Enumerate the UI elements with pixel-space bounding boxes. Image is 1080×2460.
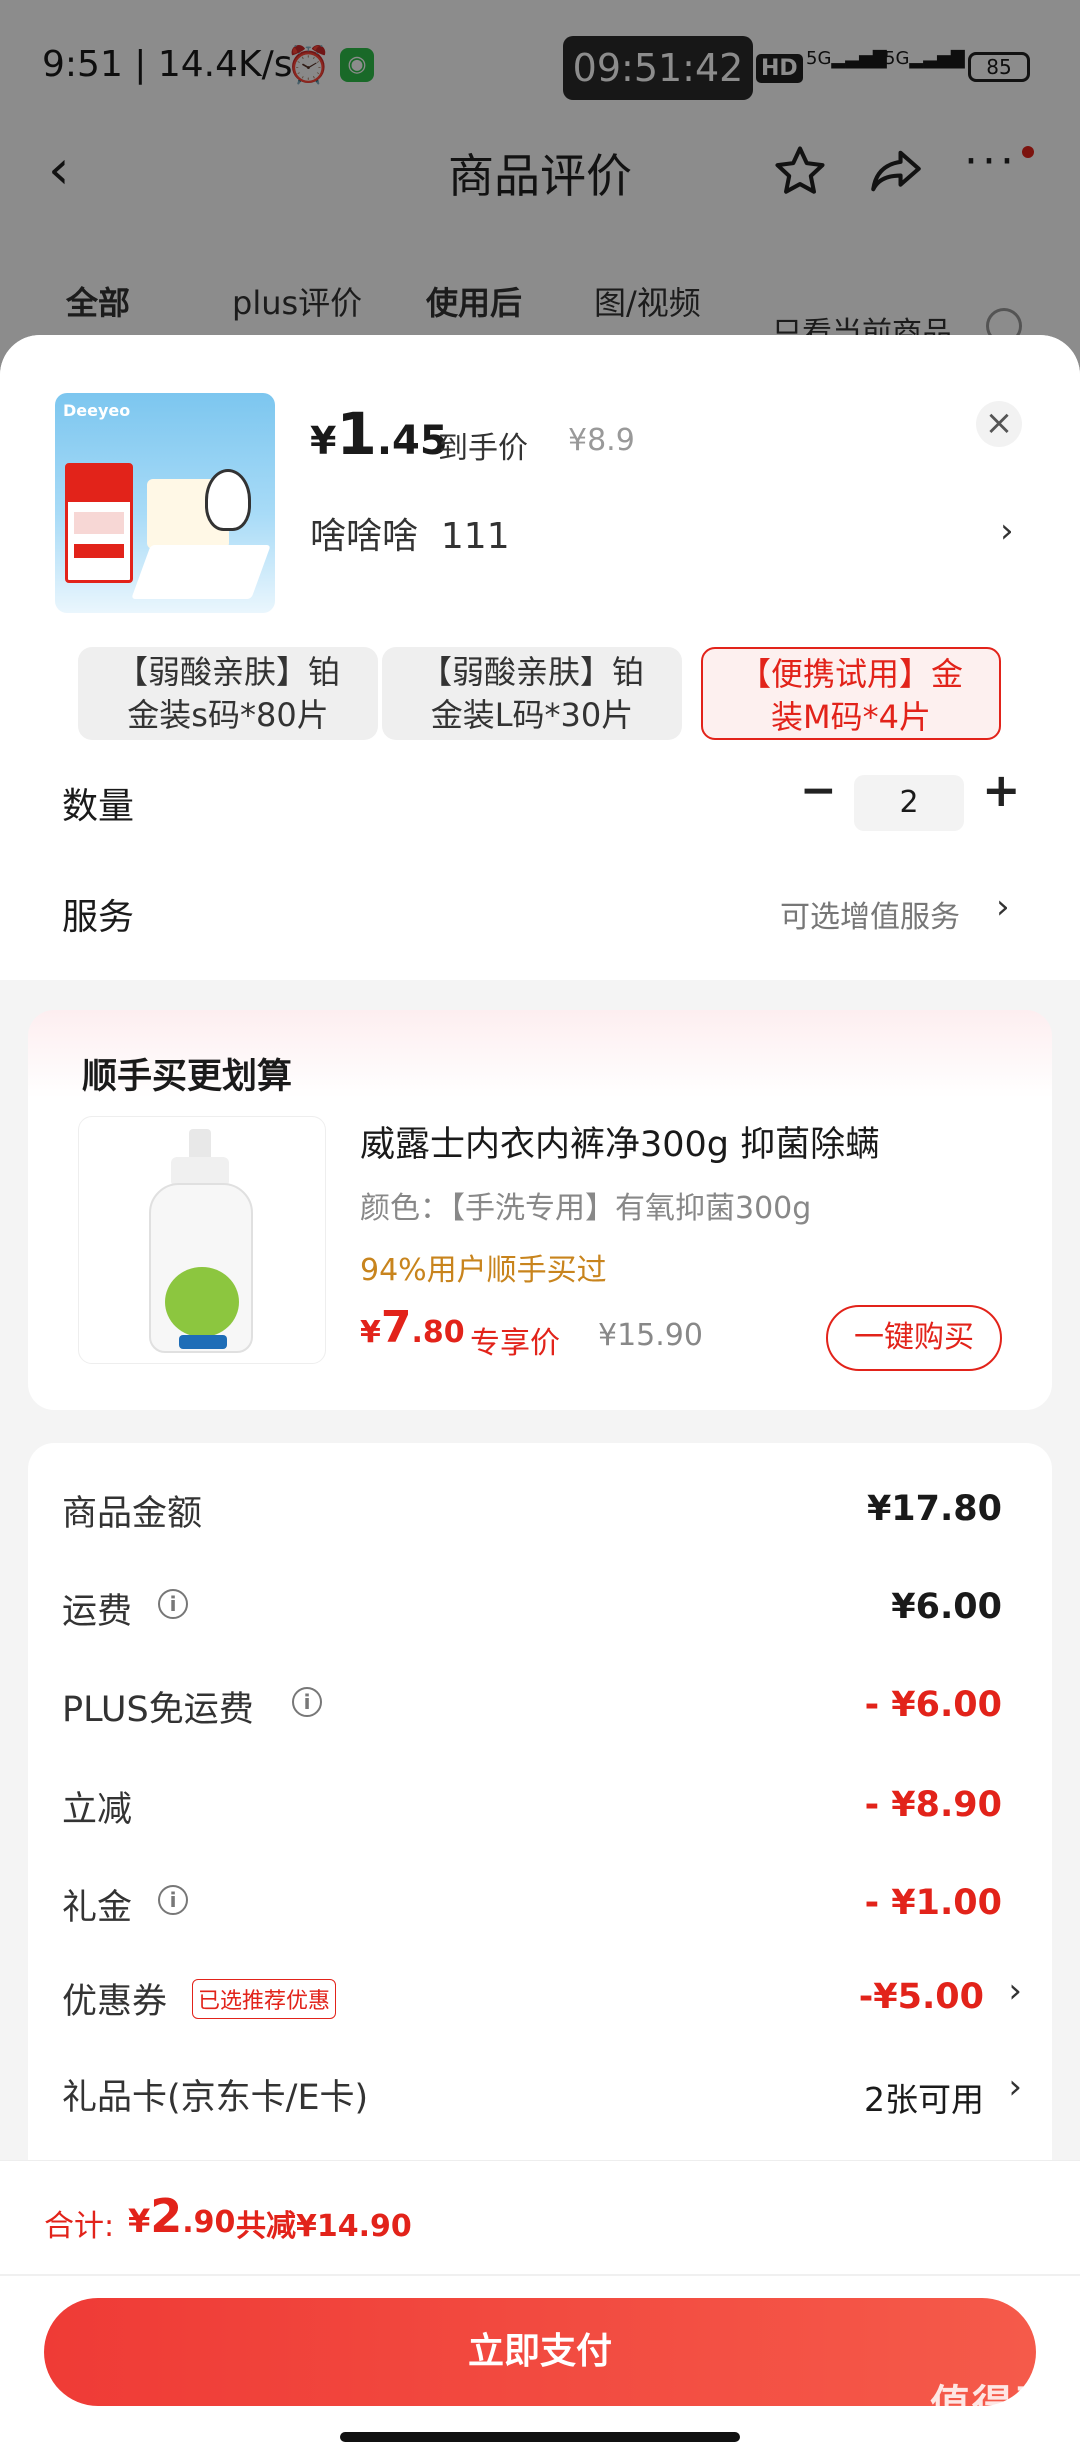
brand-logo: Deeyeo [63, 401, 131, 420]
summary-label: 礼金 [62, 1888, 133, 1928]
giftcard-value[interactable]: 2张可用 [864, 2073, 984, 2121]
upsell-price: ¥7.80 [360, 1302, 465, 1353]
service-value[interactable]: 可选增值服务 [780, 892, 960, 936]
spec-chip[interactable]: 【弱酸亲肤】铂 金装s码*80片 [78, 647, 378, 740]
summary-value: ¥6.00 [891, 1587, 1002, 1627]
coupon-label: 优惠券 [62, 1982, 168, 2022]
chevron-right-icon[interactable]: › [996, 887, 1010, 927]
total-reduced: 共减¥14.90 [236, 2209, 412, 2244]
info-icon[interactable]: i [292, 1687, 322, 1717]
summary-label: 立减 [62, 1790, 133, 1830]
info-icon[interactable]: i [158, 1885, 188, 1915]
service-label: 服务 [62, 897, 135, 938]
spec-chip-selected[interactable]: 【便携试用】金 装M码*4片 [701, 647, 1001, 740]
watermark-url: zhizhizhi.com [932, 2424, 1054, 2445]
penguin-mascot [205, 469, 251, 531]
checkout-footer: 合计: ¥2.90 共减¥14.90 立即支付 [0, 2160, 1080, 2460]
total-price: ¥2.90 [128, 2189, 236, 2243]
watermark-logo: 值得买 [930, 2382, 1056, 2428]
spec-chip[interactable]: 【弱酸亲肤】铂 金装L码*30片 [382, 647, 682, 740]
pay-now-button[interactable]: 立即支付 [44, 2298, 1036, 2406]
upsell-spec: 颜色：【手洗专用】有氧抑菌300g [360, 1191, 812, 1226]
summary-value: - ¥1.00 [864, 1883, 1002, 1923]
coupon-value[interactable]: -¥5.00 [859, 1977, 984, 2017]
giftcard-label: 礼品卡(京东卡/E卡) [62, 2078, 369, 2118]
one-click-buy-button[interactable]: 一键购买 [826, 1305, 1002, 1371]
quantity-minus-button[interactable]: − [800, 765, 837, 816]
original-price: ¥8.9 [568, 423, 635, 458]
summary-label: 商品金额 [62, 1494, 203, 1534]
close-icon[interactable]: × [976, 401, 1022, 447]
chevron-right-icon[interactable]: › [1008, 2067, 1022, 2107]
quantity-label: 数量 [62, 786, 135, 827]
price-suffix: 到手价 [438, 431, 528, 466]
info-icon[interactable]: i [158, 1589, 188, 1619]
upsell-card: 顺手买更划算 威露士内衣内裤净300g 抑菌除螨 颜色：【手洗专用】有氧抑菌30… [28, 1010, 1052, 1410]
promo-card [65, 463, 133, 583]
summary-value: ¥17.80 [866, 1489, 1002, 1529]
upsell-original-price: ¥15.90 [598, 1318, 703, 1353]
product-image: Deeyeo [55, 393, 275, 613]
chevron-right-icon[interactable]: › [1000, 511, 1014, 551]
home-indicator[interactable] [340, 2432, 740, 2442]
quantity-plus-button[interactable]: + [982, 763, 1021, 817]
purchase-sheet: Deeyeo ¥1.45 到手价 ¥8.9 × 啥啥啥 111 › 【弱酸亲肤】… [0, 335, 1080, 2460]
upsell-product-image [78, 1116, 326, 1364]
product-price: ¥1.45 [310, 400, 448, 468]
diaper-pads [131, 545, 271, 599]
upsell-social-proof: 94%用户顺手买过 [360, 1253, 607, 1288]
quantity-input[interactable]: 2 [854, 775, 964, 831]
summary-value: - ¥8.90 [864, 1785, 1002, 1825]
upsell-title: 顺手买更划算 [82, 1057, 293, 1097]
total-label: 合计: [44, 2209, 115, 2244]
summary-label: PLUS免运费 [62, 1690, 254, 1730]
summary-value: - ¥6.00 [864, 1685, 1002, 1725]
selected-variant[interactable]: 啥啥啥 111 [310, 507, 510, 559]
summary-label: 运费 [62, 1592, 133, 1632]
chevron-right-icon[interactable]: › [1008, 1971, 1022, 2011]
coupon-badge: 已选推荐优惠 [192, 1979, 337, 2019]
divider [0, 2274, 1080, 2276]
upsell-price-tag: 专享价 [470, 1326, 560, 1361]
upsell-name[interactable]: 威露士内衣内裤净300g 抑菌除螨 [360, 1116, 880, 1167]
